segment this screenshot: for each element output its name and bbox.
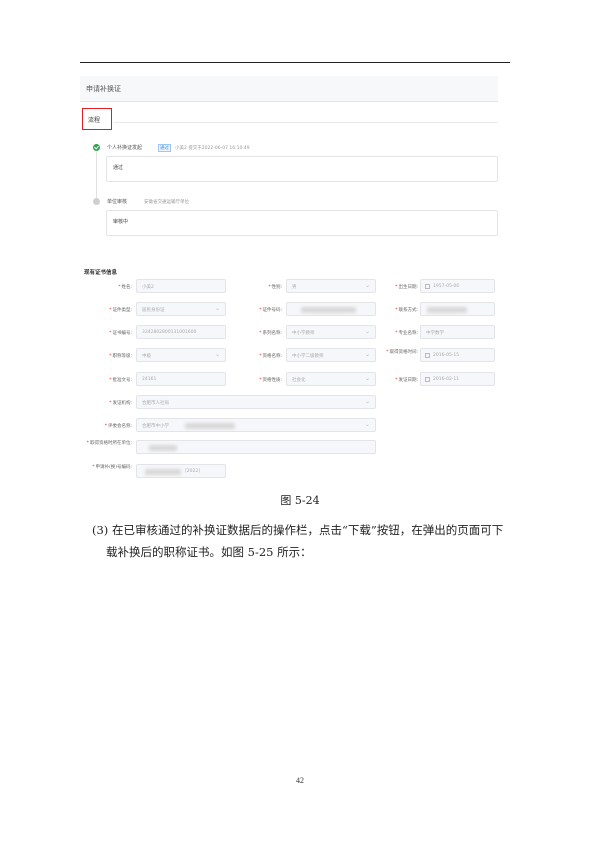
name-field[interactable]: 小美2 (136, 279, 226, 293)
calendar-icon (425, 377, 430, 382)
field-label: *批准文号: (109, 378, 132, 383)
embedded-screenshot: 申请补换证 流程 个人补换证发起 通过 小美2 提交于2022-06-07 16… (80, 72, 498, 484)
field-label: *发证日期: (395, 378, 418, 383)
calendar-icon (425, 353, 430, 358)
step-meta: 安徽省交通运输厅单位 (144, 200, 189, 205)
approval-number-field[interactable]: 24161 (136, 372, 226, 386)
section-title: 现有证书信息 (84, 270, 118, 276)
step-status-box: 通过 (106, 156, 498, 182)
chevron-down-icon: ⌄ (214, 351, 220, 358)
major-field[interactable]: 中学数学 (420, 325, 495, 339)
redaction (145, 469, 181, 475)
series-select[interactable]: 中小学教师 ⌄ (286, 325, 376, 339)
status-badge: 通过 (158, 144, 171, 152)
check-circle-icon (93, 144, 100, 151)
figure-caption: 图 5-24 (280, 494, 320, 507)
field-label: *专业名称: (395, 331, 418, 336)
tab-flow-label: 流程 (88, 117, 101, 124)
chevron-down-icon: ⌄ (214, 305, 220, 312)
field-label: *出生日期: (395, 285, 418, 290)
redaction (185, 423, 235, 429)
header-rule (80, 62, 510, 63)
redaction (301, 307, 356, 313)
field-label: *申请补(换)号编码: (92, 465, 132, 470)
field-label: *取得资格时间: (386, 350, 418, 355)
chevron-down-icon: ⌄ (364, 351, 370, 358)
employer-field[interactable] (136, 440, 376, 454)
paragraph-line: 载补换后的职称证书。如图 5-25 所示： (106, 545, 312, 559)
issue-date-field[interactable]: 2016-02-11 (420, 372, 495, 386)
title-level-select[interactable]: 中级 ⌄ (136, 348, 226, 362)
qualification-date-field[interactable]: 2016-05-15 (420, 348, 495, 362)
page-number: 42 (296, 776, 304, 785)
field-label: *发证机构: (109, 401, 132, 406)
field-label: *证件号码: (259, 308, 282, 313)
chevron-down-icon: ⌄ (364, 328, 370, 335)
field-label: *系列名称: (259, 331, 282, 336)
id-number-field[interactable] (286, 302, 376, 316)
field-label: *证书编号: (109, 331, 132, 336)
calendar-icon (425, 284, 430, 289)
field-label: *职称等级: (109, 354, 132, 359)
birthdate-field[interactable]: 1957-05-06 (420, 279, 495, 293)
field-label: *证件类型: (109, 308, 132, 313)
field-label: *取得资格时所在单位: (86, 441, 132, 446)
redaction (427, 307, 467, 313)
field-label: *姓名: (118, 285, 132, 290)
timeline-line (96, 152, 97, 198)
chevron-down-icon: ⌄ (364, 421, 370, 428)
issuing-authority-select[interactable]: 合肥市人社局 ⌄ (136, 395, 376, 409)
qualification-nature-select[interactable]: 社会化 ⌄ (286, 372, 376, 386)
screenshot-title: 申请补换证 (86, 85, 121, 93)
step-title: 个人补换证发起 (107, 145, 143, 151)
field-label: *联系方式: (395, 308, 418, 313)
pending-circle-icon (93, 198, 100, 205)
cert-number-field[interactable]: 3342802800131001600 (136, 325, 226, 339)
chevron-down-icon: ⌄ (364, 282, 370, 289)
divider (114, 122, 498, 123)
step-status-box: 审核中 (106, 210, 498, 236)
field-label: *评委会名称: (104, 424, 132, 429)
step-status: 通过 (113, 165, 124, 171)
chevron-down-icon: ⌄ (364, 398, 370, 405)
application-code-field[interactable]: [2022] (136, 464, 226, 478)
gender-select[interactable]: 男 ⌄ (286, 279, 376, 293)
step-title: 单位审核 (107, 199, 128, 205)
field-label: *资格性质: (259, 378, 282, 383)
step-status: 审核中 (113, 219, 129, 225)
id-type-select[interactable]: 居民身份证 ⌄ (136, 302, 226, 316)
committee-select[interactable]: 合肥市中小学 ⌄ (136, 418, 376, 432)
chevron-down-icon: ⌄ (364, 375, 370, 382)
field-label: *资格名称: (259, 354, 282, 359)
field-label: *性别: (268, 285, 282, 290)
screenshot-header: 申请补换证 (80, 76, 498, 102)
phone-field[interactable] (420, 302, 495, 316)
paragraph-line: (3) 在已审核通过的补换证数据后的操作栏，点击“下载”按钮，在弹出的页面可下 (92, 523, 504, 537)
tab-flow[interactable]: 流程 (82, 108, 112, 130)
qualification-select[interactable]: 中小学二级教师 ⌄ (286, 348, 376, 362)
redaction (149, 445, 177, 451)
step-meta: 小美2 提交于2022-06-07 16:10:49 (175, 146, 250, 151)
